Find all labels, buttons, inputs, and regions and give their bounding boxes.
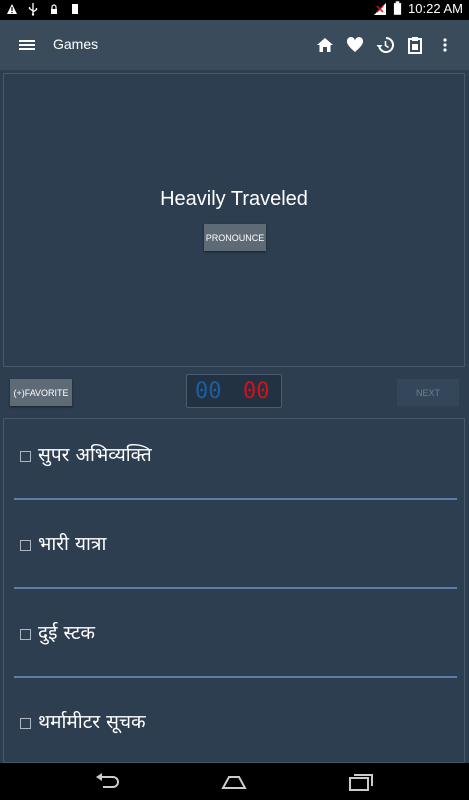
answer-option-label: सुपर अभिव्यक्ति bbox=[38, 444, 152, 466]
divider bbox=[14, 676, 457, 678]
favorites-button[interactable] bbox=[345, 35, 365, 55]
score-correct: 00 bbox=[195, 379, 222, 404]
question-word: Heavily Traveled bbox=[160, 188, 308, 210]
hamburger-menu-icon[interactable] bbox=[18, 37, 36, 53]
clipboard-icon bbox=[408, 37, 422, 54]
score-board: 00 00 bbox=[186, 374, 282, 408]
next-button[interactable]: NEXT bbox=[397, 379, 459, 406]
checkbox[interactable] bbox=[20, 718, 31, 729]
battery-icon bbox=[393, 1, 402, 15]
divider bbox=[14, 498, 457, 500]
history-button[interactable] bbox=[375, 35, 395, 55]
divider bbox=[14, 587, 457, 589]
answer-option-4[interactable]: थर्मामीटर सूचक bbox=[4, 686, 464, 774]
pronounce-button[interactable]: PRONOUNCE bbox=[204, 224, 266, 251]
score-wrong: 00 bbox=[243, 379, 270, 404]
add-favorite-button[interactable]: (+)FAVORITE bbox=[10, 379, 72, 406]
home-nav-icon[interactable] bbox=[219, 771, 249, 793]
overflow-menu-button[interactable] bbox=[435, 35, 455, 55]
recents-icon[interactable] bbox=[346, 771, 376, 793]
app-bar-actions bbox=[315, 35, 455, 55]
app-bar: Games bbox=[0, 20, 469, 70]
home-icon bbox=[317, 38, 333, 52]
status-time: 10:22 AM bbox=[408, 1, 463, 16]
answer-option-2[interactable]: भारी यात्रा bbox=[4, 508, 464, 596]
clipboard-button[interactable] bbox=[405, 35, 425, 55]
history-icon bbox=[376, 36, 394, 53]
signal-icon bbox=[374, 2, 387, 15]
lock-icon bbox=[51, 4, 57, 14]
status-time-suffix: AM bbox=[443, 1, 464, 16]
app-title: Games bbox=[53, 36, 99, 52]
home-button[interactable] bbox=[315, 35, 335, 55]
checkbox[interactable] bbox=[20, 540, 31, 551]
answer-options: सुपर अभिव्यक्ति भारी यात्रा दुई स्टक थर्… bbox=[3, 418, 465, 763]
usb-icon bbox=[28, 3, 38, 16]
sd-card-icon bbox=[72, 4, 78, 14]
answer-option-1[interactable]: सुपर अभिव्यक्ति bbox=[4, 419, 464, 507]
system-nav-bar bbox=[0, 763, 469, 800]
checkbox[interactable] bbox=[20, 451, 31, 462]
answer-option-3[interactable]: दुई स्टक bbox=[4, 597, 464, 685]
heart-icon bbox=[346, 36, 364, 52]
more-vert-icon bbox=[443, 38, 447, 52]
answer-option-label: भारी यात्रा bbox=[38, 533, 107, 555]
checkbox[interactable] bbox=[20, 629, 31, 640]
answer-option-label: थर्मामीटर सूचक bbox=[38, 711, 146, 733]
warning-icon bbox=[7, 4, 17, 14]
word-card: Heavily Traveled PRONOUNCE bbox=[3, 73, 465, 367]
status-bar: 10:22 AM bbox=[0, 0, 469, 20]
status-time-value: 10:22 bbox=[408, 1, 441, 16]
answer-option-label: दुई स्टक bbox=[38, 622, 96, 644]
status-left-icons bbox=[6, 2, 81, 16]
back-icon[interactable] bbox=[93, 771, 123, 793]
status-right: 10:22 AM bbox=[373, 1, 463, 16]
